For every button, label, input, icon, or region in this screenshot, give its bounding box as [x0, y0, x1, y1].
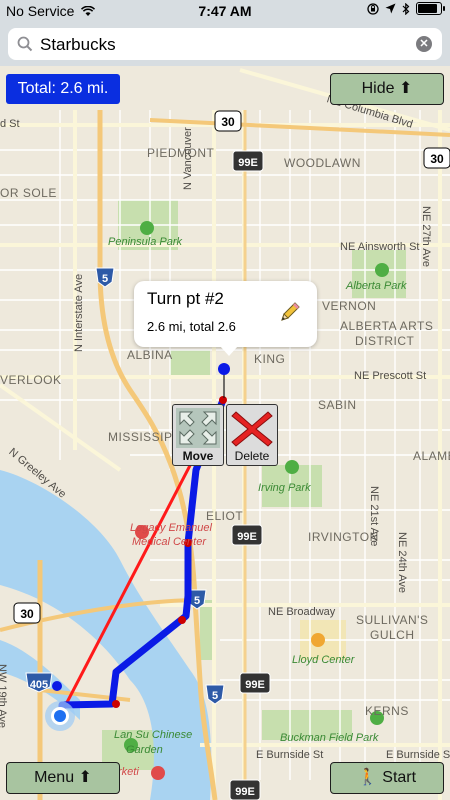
district-label: ALBERTA ARTS: [340, 319, 434, 333]
district-label: VERLOOK: [0, 373, 62, 387]
map-base: 30 99E 30 5 99E 5 405 5 99E 30 99E: [0, 66, 450, 800]
district-label: SULLIVAN'S: [356, 613, 429, 627]
park-label: Legacy Emanuel: [130, 522, 212, 534]
start-button[interactable]: 🚶 Start: [330, 762, 444, 794]
map-view[interactable]: 30 99E 30 5 99E 5 405 5 99E 30 99E PIEDM…: [0, 66, 450, 800]
svg-text:99E: 99E: [235, 786, 255, 798]
park-label: rketi: [118, 766, 139, 778]
district-label: KERNS: [365, 704, 409, 718]
delete-x-icon: [231, 411, 273, 447]
location-arrow-icon: [385, 3, 396, 14]
street-label: N Interstate Ave: [73, 273, 85, 352]
search-bar: ✕: [0, 22, 450, 66]
street-label: NE Ainsworth St: [340, 241, 420, 253]
move-button[interactable]: Move: [172, 404, 224, 466]
park-label: Lloyd Center: [292, 654, 355, 666]
svg-text:99E: 99E: [238, 157, 258, 169]
park-label: Alberta Park: [346, 280, 407, 292]
park-label: Peninsula Park: [108, 236, 182, 248]
turn-point-callout[interactable]: Turn pt #2 2.6 mi, total 2.6: [134, 281, 317, 356]
hide-button[interactable]: Hide ⬆: [330, 73, 444, 105]
move-label: Move: [182, 449, 214, 463]
move-arrows-icon: [176, 408, 220, 448]
district-label: SABIN: [318, 398, 357, 412]
svg-text:405: 405: [30, 679, 48, 691]
district-label: VERNON: [322, 299, 377, 313]
street-label: E Burnside St: [386, 749, 450, 761]
svg-text:30: 30: [430, 152, 444, 166]
park-label: Lan Su Chinese: [114, 729, 193, 741]
street-label: NE 24th Ave: [396, 532, 408, 593]
search-icon: [17, 36, 33, 52]
street-label: NW 19th Ave: [0, 664, 8, 728]
district-label: ELIOT: [206, 509, 244, 523]
total-distance-badge: Total: 2.6 mi.: [6, 74, 120, 104]
svg-text:99E: 99E: [245, 679, 265, 691]
street-label: NE Broadway: [268, 606, 336, 618]
district-label: GULCH: [370, 628, 415, 642]
district-label: ALAME: [413, 449, 450, 463]
search-input[interactable]: [38, 32, 402, 58]
street-label: NE 27th Ave: [420, 206, 432, 267]
district-label: WOODLAWN: [284, 156, 361, 170]
svg-text:30: 30: [221, 115, 235, 129]
status-icons: [367, 2, 445, 15]
callout-subtitle: 2.6 mi, total 2.6: [147, 319, 236, 334]
district-label: OR SOLE: [0, 186, 57, 200]
street-label: N Vancouver: [182, 127, 194, 190]
district-label: ALBINA: [127, 348, 173, 362]
svg-text:30: 30: [20, 607, 34, 621]
delete-label: Delete: [234, 449, 270, 463]
status-bar: No Service 7:47 AM: [0, 0, 450, 22]
park-label: Medical Center: [132, 536, 206, 548]
svg-text:5: 5: [212, 690, 218, 702]
svg-text:5: 5: [102, 273, 108, 285]
park-label: Buckman Field Park: [280, 732, 379, 744]
callout-title: Turn pt #2: [147, 289, 224, 308]
clear-search-icon[interactable]: ✕: [416, 36, 432, 52]
district-label: PIEDMONT: [147, 146, 215, 160]
menu-button[interactable]: Menu ⬆: [6, 762, 120, 794]
park-label: Irving Park: [258, 482, 311, 494]
battery-icon: [416, 2, 445, 15]
street-label: E Burnside St: [256, 749, 324, 761]
park-label: Garden: [126, 744, 163, 756]
district-label: KING: [254, 352, 286, 366]
pencil-icon[interactable]: [279, 301, 301, 323]
orientation-lock-icon: [367, 2, 379, 15]
street-label: NE Prescott St: [354, 370, 427, 382]
svg-text:99E: 99E: [237, 531, 257, 543]
svg-text:5: 5: [194, 595, 200, 607]
bluetooth-icon: [402, 2, 410, 15]
street-label: d St: [0, 118, 20, 130]
street-label: NE 21st Ave: [368, 486, 380, 547]
district-label: DISTRICT: [355, 334, 415, 348]
search-box[interactable]: ✕: [8, 28, 442, 60]
delete-button[interactable]: Delete: [226, 404, 278, 466]
